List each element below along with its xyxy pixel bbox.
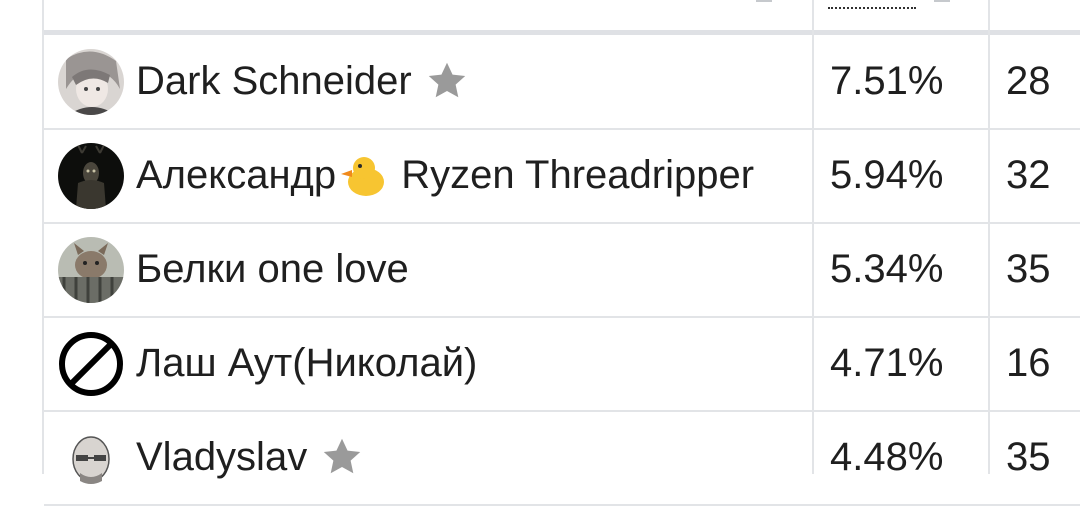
- star-icon: [424, 58, 470, 104]
- player-name-part: Александр: [136, 153, 337, 197]
- avatar[interactable]: [58, 49, 124, 115]
- percentage-value: 5.34%: [830, 247, 944, 291]
- percentage-value: 4.48%: [830, 435, 944, 479]
- table-row[interactable]: Vladyslav 4.48% 35: [44, 411, 1080, 506]
- player-name: Александр Ryzen Threadripper: [136, 149, 754, 201]
- table-row[interactable]: Александр Ryzen Threadripper 5.94% 32: [44, 129, 1080, 224]
- avatar[interactable]: [58, 237, 124, 303]
- player-name: Лаш Аут(Николай): [136, 337, 477, 389]
- player-name-text: Лаш Аут(Николай): [136, 341, 478, 385]
- leaderboard-table: Dark Schneider 7.51% 28 Александр Ryzen …: [42, 0, 1080, 506]
- player-name: Vladyslav: [136, 431, 365, 483]
- percentage-value: 5.94%: [830, 153, 944, 197]
- player-name-part: Ryzen Threadripper: [390, 153, 755, 197]
- prohibited-icon[interactable]: [58, 331, 124, 397]
- percentage-value: 4.71%: [830, 341, 944, 385]
- table-row[interactable]: Dark Schneider 7.51% 28: [44, 35, 1080, 130]
- third-column-value: 35: [1006, 435, 1051, 479]
- player-name-text: Белки one love: [136, 247, 409, 291]
- player-name-text: Dark Schneider: [136, 59, 412, 103]
- duck-emoji-icon: [338, 152, 388, 198]
- player-name-text: Vladyslav: [136, 435, 308, 479]
- sort-indicator[interactable]: [934, 0, 950, 2]
- table-header: [44, 0, 1080, 35]
- third-column-value: 32: [1006, 153, 1051, 197]
- table-row[interactable]: Белки one love 5.34% 35: [44, 223, 1080, 318]
- avatar[interactable]: [58, 143, 124, 209]
- third-column-value: 28: [1006, 59, 1051, 103]
- star-icon: [319, 434, 365, 480]
- player-name: Dark Schneider: [136, 55, 470, 107]
- avatar[interactable]: [58, 425, 124, 491]
- header-underline: [828, 7, 916, 9]
- third-column-value: 16: [1006, 341, 1051, 385]
- sort-indicator[interactable]: [756, 0, 772, 2]
- percentage-value: 7.51%: [830, 59, 944, 103]
- player-name: Белки one love: [136, 243, 409, 295]
- third-column-value: 35: [1006, 247, 1051, 291]
- table-row[interactable]: Лаш Аут(Николай) 4.71% 16: [44, 317, 1080, 412]
